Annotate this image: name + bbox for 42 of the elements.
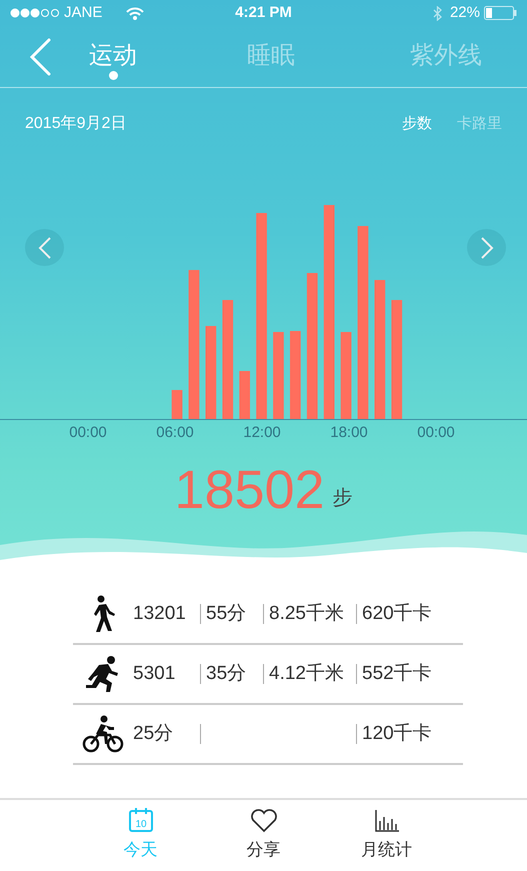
stat-value: 552千卡 [362, 662, 432, 686]
chevron-right-icon [480, 236, 494, 260]
nav-tab[interactable]: 紫外线 [410, 42, 482, 81]
stat-value: 620千卡 [362, 602, 432, 626]
chevron-left-icon [38, 236, 52, 260]
stat-value: 13201 [133, 602, 186, 626]
next-button[interactable] [467, 229, 506, 266]
tab-bar-item[interactable]: 月统计 [325, 804, 448, 862]
battery-percent: 22% [450, 2, 480, 23]
carrier-name: JANE [64, 2, 102, 23]
chart-bar [172, 390, 182, 419]
cyclist-icon [82, 715, 124, 753]
signal-icon [10, 8, 60, 18]
stat-value: 55分 [206, 602, 246, 626]
previous-button[interactable] [25, 229, 64, 266]
chart-bar [239, 371, 250, 419]
axis-label: 00:00 [69, 423, 107, 443]
nav-tab[interactable]: 运动 [89, 42, 137, 81]
back-icon[interactable] [28, 38, 52, 76]
metric-tab[interactable]: 步数 [402, 112, 432, 136]
walking-person-icon [91, 595, 115, 633]
nav-tab[interactable]: 睡眠 [247, 42, 295, 81]
stat-value: 35分 [206, 662, 246, 686]
axis-label: 18:00 [330, 423, 368, 443]
stat-value: 8.25千米 [269, 602, 344, 626]
step-unit: 步 [332, 486, 353, 511]
tab-bar-item[interactable]: 10 今天 [79, 804, 202, 862]
date-label: 2015年9月2日 [25, 114, 126, 134]
axis-label: 12:00 [243, 423, 281, 443]
axis-label: 00:00 [417, 423, 455, 443]
tab-bar-item[interactable]: 分享 [202, 804, 325, 862]
stat-value: 25分 [133, 722, 174, 746]
stat-value: 120千卡 [362, 722, 432, 746]
metric-tab[interactable]: 卡路里 [457, 112, 502, 136]
wifi-icon [126, 6, 144, 20]
stat-value: 5301 [133, 662, 176, 686]
battery-icon [484, 6, 517, 20]
stat-value: 4.12千米 [269, 662, 344, 686]
bluetooth-icon [432, 6, 442, 20]
status-time: 4:21 PM [235, 2, 292, 23]
axis-label: 06:00 [156, 423, 194, 443]
step-total: 18502 [174, 463, 325, 517]
